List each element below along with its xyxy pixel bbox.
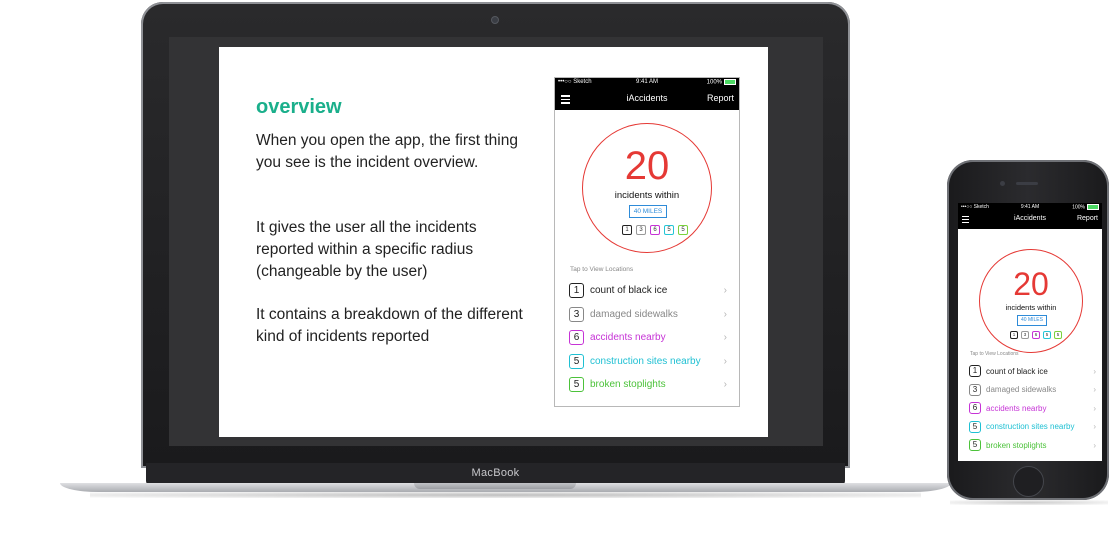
chevron-right-icon: › (723, 379, 727, 391)
chevron-right-icon: › (723, 332, 727, 344)
incidents-within-label: incidents within (614, 190, 680, 201)
home-button[interactable] (1013, 466, 1044, 497)
list-label: construction sites nearby (590, 355, 701, 367)
list-item[interactable]: 6 accidents nearby › (969, 399, 1096, 418)
chevron-right-icon: › (1093, 385, 1096, 395)
status-battery: 100% (707, 79, 736, 86)
tap-to-view-label: Tap to View Locations (970, 351, 1019, 357)
chip: 3 (636, 225, 646, 235)
list-count: 5 (569, 353, 584, 369)
incident-count: 20 (1013, 266, 1049, 302)
battery-percent: 100% (1072, 204, 1085, 211)
incidents-within-label: incidents within (1005, 303, 1057, 312)
list-label: count of black ice (986, 366, 1048, 376)
list-item[interactable]: 5 construction sites nearby › (569, 350, 727, 374)
laptop-shadow (90, 492, 921, 498)
chip: 6 (650, 225, 660, 235)
battery-icon (724, 79, 736, 85)
app-mockup-phone: •••○○ Sketch 9:41 AM 100% iAccidents Rep… (958, 203, 1102, 461)
chip: 1 (622, 225, 632, 235)
list-count: 5 (969, 439, 981, 452)
list-label: count of black ice (590, 285, 668, 297)
incident-list: 1 count of black ice › 3 damaged sidewal… (969, 362, 1096, 455)
nav-bar: iAccidents Report (958, 212, 1102, 229)
chevron-right-icon: › (1093, 366, 1096, 376)
chip: 5 (664, 225, 674, 235)
radius-button[interactable]: 40 MILES (1017, 315, 1047, 326)
list-item[interactable]: 3 damaged sidewalks › (569, 303, 727, 327)
chevron-right-icon: › (1093, 403, 1096, 413)
incident-chips: 1 3 6 5 5 (1010, 331, 1062, 339)
list-label: accidents nearby (986, 403, 1047, 413)
list-count: 6 (969, 402, 981, 415)
list-label: accidents nearby (590, 332, 666, 344)
chip: 5 (1054, 331, 1062, 339)
chevron-right-icon: › (1093, 440, 1096, 450)
macbook-label: MacBook (471, 467, 520, 479)
radius-button[interactable]: 40 MILES (629, 205, 667, 218)
list-count: 1 (969, 365, 981, 378)
nav-bar: iAccidents Report (555, 88, 739, 110)
chevron-right-icon: › (723, 285, 727, 297)
slide-paragraph-3: It contains a breakdown of the different… (256, 306, 523, 345)
incident-radius-ring: 20 incidents within 40 MILES 1 3 6 5 5 (979, 249, 1083, 353)
chip: 5 (1043, 331, 1051, 339)
battery-icon (1087, 204, 1099, 210)
list-label: broken stoplights (986, 440, 1047, 450)
list-count: 3 (969, 383, 981, 396)
phone-shadow (950, 500, 1108, 505)
slide-paragraph-2: It gives the user all the incidents repo… (256, 219, 477, 280)
list-count: 6 (569, 330, 584, 346)
list-label: construction sites nearby (986, 422, 1075, 432)
list-count: 1 (569, 283, 584, 299)
list-count: 5 (569, 377, 584, 393)
phone-speaker (1016, 182, 1038, 185)
chip: 3 (1021, 331, 1029, 339)
list-item[interactable]: 5 broken stoplights › (569, 373, 727, 397)
list-label: broken stoplights (590, 379, 666, 391)
chip: 1 (1010, 331, 1018, 339)
status-bar: •••○○ Sketch 9:41 AM 100% (958, 203, 1102, 212)
slide-title: overview (256, 96, 342, 118)
list-count: 5 (969, 420, 981, 433)
phone-camera (1000, 181, 1005, 186)
list-item[interactable]: 5 construction sites nearby › (969, 418, 1096, 437)
chevron-right-icon: › (723, 355, 727, 367)
battery-percent: 100% (706, 79, 722, 86)
tap-to-view-label: Tap to View Locations (570, 266, 634, 273)
status-bar: •••○○ Sketch 9:41 AM 100% (555, 78, 739, 88)
slide-paragraph-1: When you open the app, the first thing y… (256, 132, 518, 171)
laptop-chin: MacBook (146, 463, 845, 485)
chevron-right-icon: › (1093, 422, 1096, 432)
laptop-opening-notch (414, 483, 576, 489)
list-item[interactable]: 5 broken stoplights › (969, 436, 1096, 455)
incident-count: 20 (624, 144, 670, 188)
incident-chips: 1 3 6 5 5 (622, 225, 688, 235)
report-button[interactable]: Report (707, 93, 734, 103)
chevron-right-icon: › (723, 308, 727, 320)
list-label: damaged sidewalks (986, 385, 1057, 395)
laptop-camera (491, 16, 499, 24)
list-item[interactable]: 1 count of black ice › (969, 362, 1096, 381)
app-mockup-large: •••○○ Sketch 9:41 AM 100% iAccidents Rep… (554, 77, 740, 407)
chip: 5 (678, 225, 688, 235)
list-label: damaged sidewalks (590, 308, 678, 320)
chip: 6 (1032, 331, 1040, 339)
list-count: 3 (569, 306, 584, 322)
list-item[interactable]: 6 accidents nearby › (569, 326, 727, 350)
status-battery: 100% (1072, 204, 1099, 210)
report-button[interactable]: Report (1077, 215, 1098, 222)
incident-list: 1 count of black ice › 3 damaged sidewal… (569, 279, 727, 397)
list-item[interactable]: 3 damaged sidewalks › (969, 381, 1096, 400)
list-item[interactable]: 1 count of black ice › (569, 279, 727, 303)
incident-radius-ring: 20 incidents within 40 MILES 1 3 6 5 5 (582, 123, 712, 253)
